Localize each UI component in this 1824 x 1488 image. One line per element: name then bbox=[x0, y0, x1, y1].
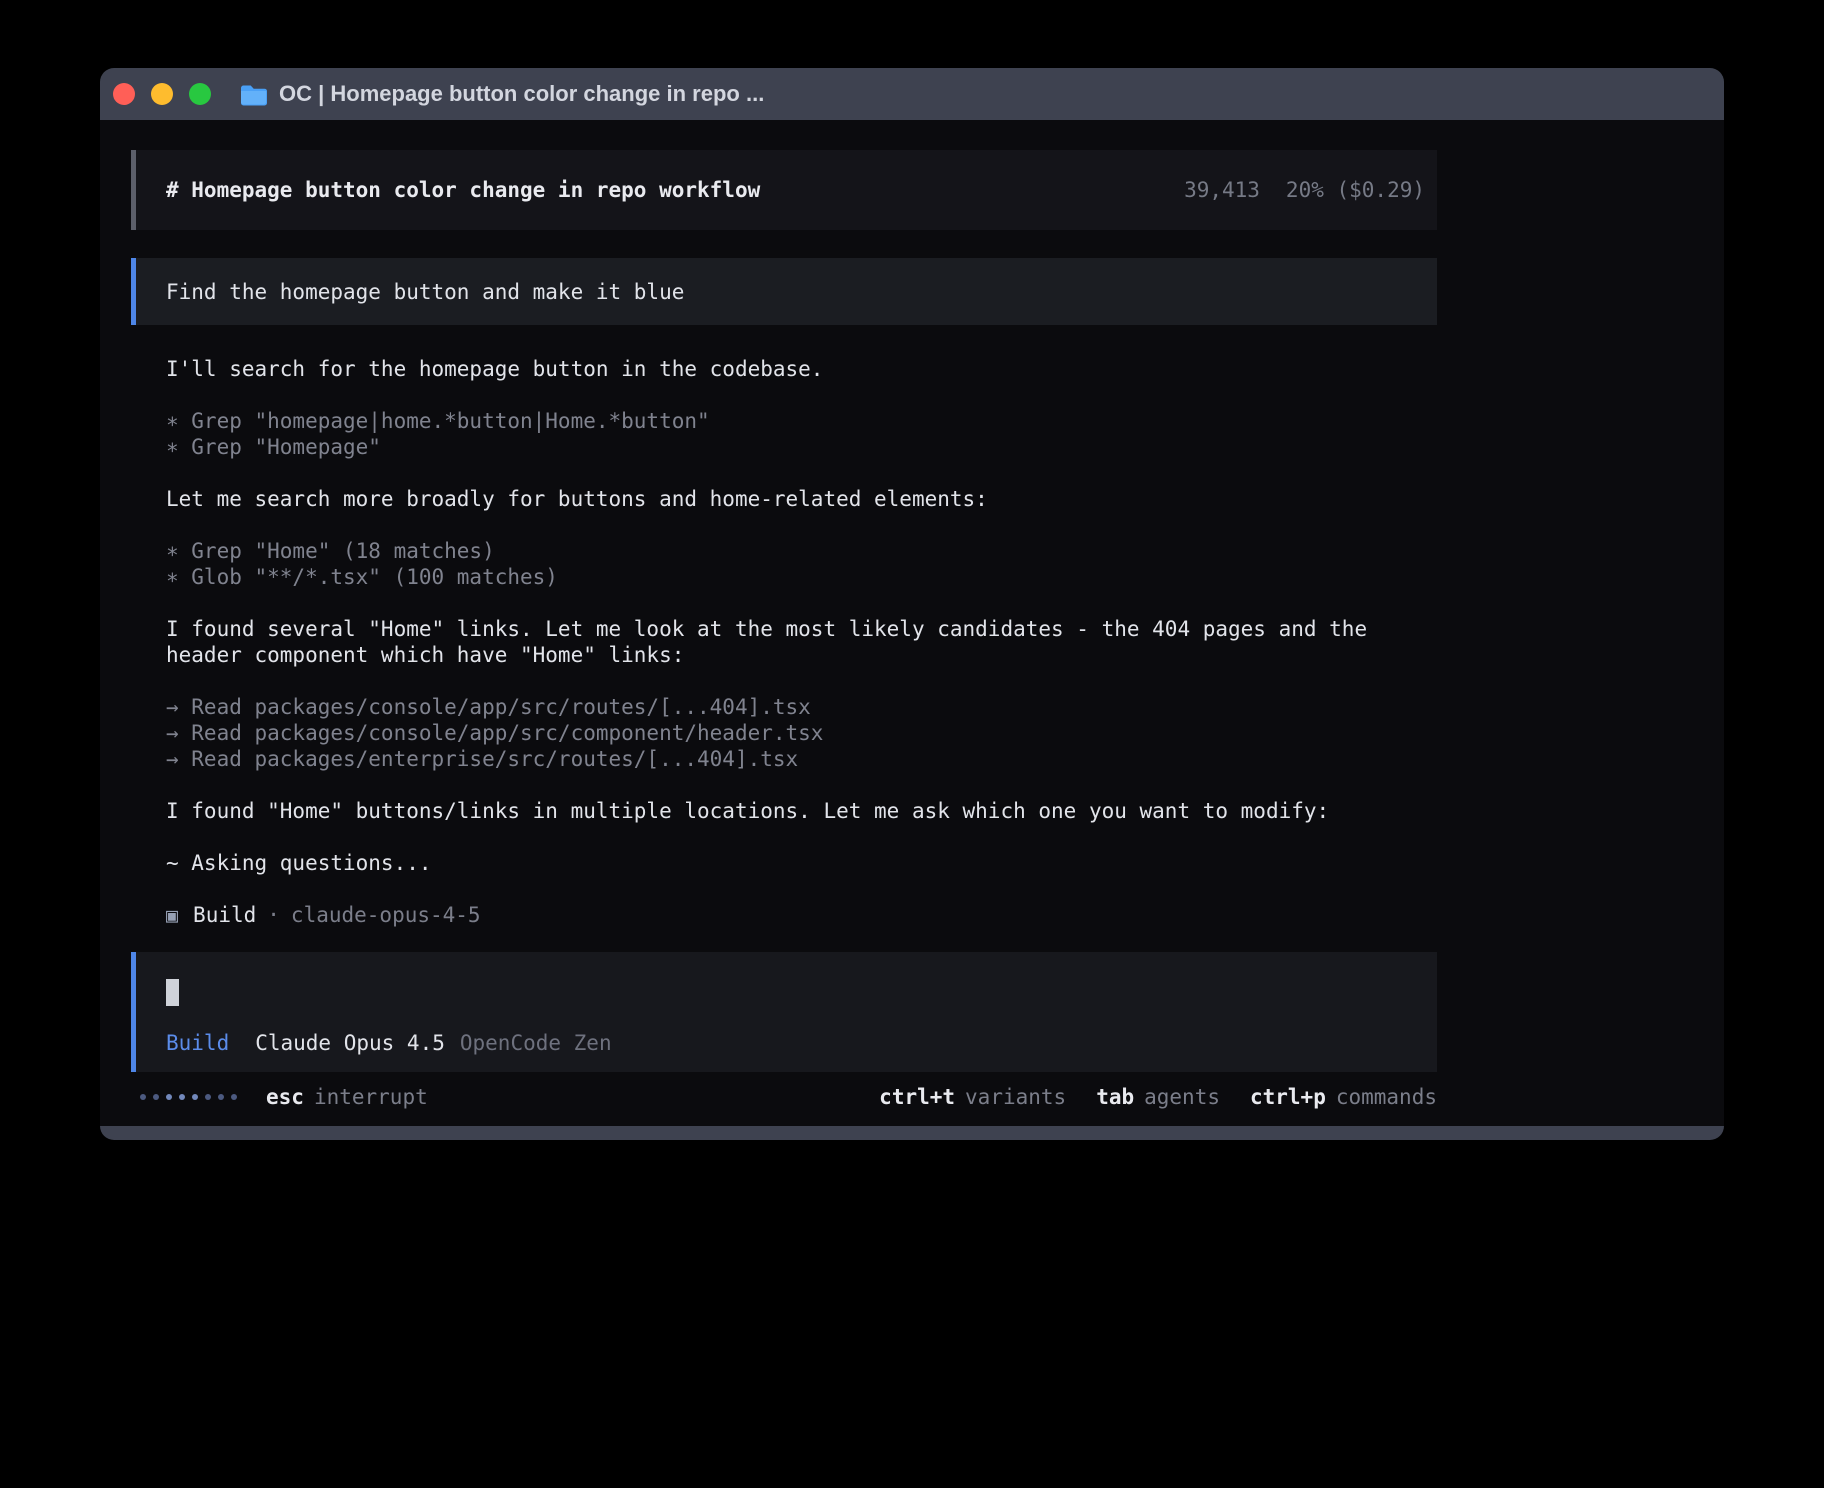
prompt-input[interactable]: Build Claude Opus 4.5 OpenCode Zen bbox=[131, 952, 1437, 1072]
close-button[interactable] bbox=[113, 83, 135, 105]
input-footer: Build Claude Opus 4.5 OpenCode Zen bbox=[166, 1030, 1437, 1056]
shortcut-key: ctrl+t bbox=[879, 1084, 955, 1110]
spinner-icon bbox=[140, 1094, 237, 1100]
shortcut-key: ctrl+p bbox=[1250, 1084, 1326, 1110]
assistant-text: I'll search for the homepage button in t… bbox=[131, 356, 1437, 382]
assistant-text: I found "Home" buttons/links in multiple… bbox=[131, 798, 1437, 824]
agent-model: claude-opus-4-5 bbox=[291, 902, 481, 928]
tool-call: → Read packages/enterprise/src/routes/[.… bbox=[131, 746, 1437, 772]
shortcut-interrupt: esc interrupt bbox=[266, 1084, 428, 1110]
shortcut-variants: ctrl+t variants bbox=[879, 1084, 1066, 1110]
agent-status-line: ▣ Build · claude-opus-4-5 bbox=[131, 902, 1437, 928]
tool-call: ∗ Glob "**/*.tsx" (100 matches) bbox=[131, 564, 1437, 590]
token-count: 39,413 bbox=[1184, 177, 1260, 203]
tool-call: → Read packages/console/app/src/componen… bbox=[131, 720, 1437, 746]
statusbar: esc interrupt ctrl+t variants tab agents… bbox=[131, 1084, 1437, 1110]
minimize-button[interactable] bbox=[151, 83, 173, 105]
terminal-window: OC | Homepage button color change in rep… bbox=[100, 68, 1724, 1140]
esc-label: interrupt bbox=[314, 1084, 428, 1110]
text-cursor bbox=[166, 979, 179, 1006]
folder-icon bbox=[240, 83, 267, 106]
tool-call: ∗ Grep "Homepage" bbox=[131, 434, 1437, 460]
agent-icon: ▣ bbox=[166, 902, 178, 928]
assistant-text: ~ Asking questions... bbox=[131, 850, 1437, 876]
esc-key: esc bbox=[266, 1084, 304, 1110]
assistant-text: Let me search more broadly for buttons a… bbox=[131, 486, 1437, 512]
content-column: # Homepage button color change in repo w… bbox=[131, 120, 1437, 1110]
shortcut-agents: tab agents bbox=[1096, 1084, 1220, 1110]
tool-call: → Read packages/console/app/src/routes/[… bbox=[131, 694, 1437, 720]
window-title: OC | Homepage button color change in rep… bbox=[279, 81, 764, 107]
shortcut-commands: ctrl+p commands bbox=[1250, 1084, 1437, 1110]
statusbar-right: ctrl+t variants tab agents ctrl+p comman… bbox=[879, 1084, 1437, 1110]
user-message: Find the homepage button and make it blu… bbox=[131, 258, 1437, 325]
titlebar[interactable]: OC | Homepage button color change in rep… bbox=[100, 68, 1724, 120]
mode-label: Build bbox=[166, 1030, 229, 1056]
transcript: I'll search for the homepage button in t… bbox=[131, 356, 1437, 928]
agent-name: Build bbox=[193, 902, 256, 928]
provider-label: OpenCode Zen bbox=[460, 1030, 612, 1056]
terminal-screen: # Homepage button color change in repo w… bbox=[100, 120, 1724, 1126]
zoom-button[interactable] bbox=[189, 83, 211, 105]
session-title: # Homepage button color change in repo w… bbox=[166, 177, 760, 203]
separator-dot: · bbox=[267, 902, 280, 928]
shortcut-label: commands bbox=[1336, 1084, 1437, 1110]
assistant-text: I found several "Home" links. Let me loo… bbox=[131, 616, 1437, 668]
tool-call: ∗ Grep "Home" (18 matches) bbox=[131, 538, 1437, 564]
statusbar-left: esc interrupt bbox=[140, 1084, 428, 1110]
traffic-lights bbox=[113, 83, 211, 105]
shortcut-label: agents bbox=[1144, 1084, 1220, 1110]
model-label: Claude Opus 4.5 bbox=[255, 1030, 445, 1056]
user-message-text: Find the homepage button and make it blu… bbox=[166, 279, 684, 305]
shortcut-label: variants bbox=[965, 1084, 1066, 1110]
tool-call: ∗ Grep "homepage|home.*button|Home.*butt… bbox=[131, 408, 1437, 434]
shortcut-key: tab bbox=[1096, 1084, 1134, 1110]
session-header: # Homepage button color change in repo w… bbox=[131, 150, 1437, 230]
context-usage: 20% ($0.29) bbox=[1286, 177, 1425, 203]
session-stats: 39,413 20% ($0.29) bbox=[1184, 177, 1425, 203]
